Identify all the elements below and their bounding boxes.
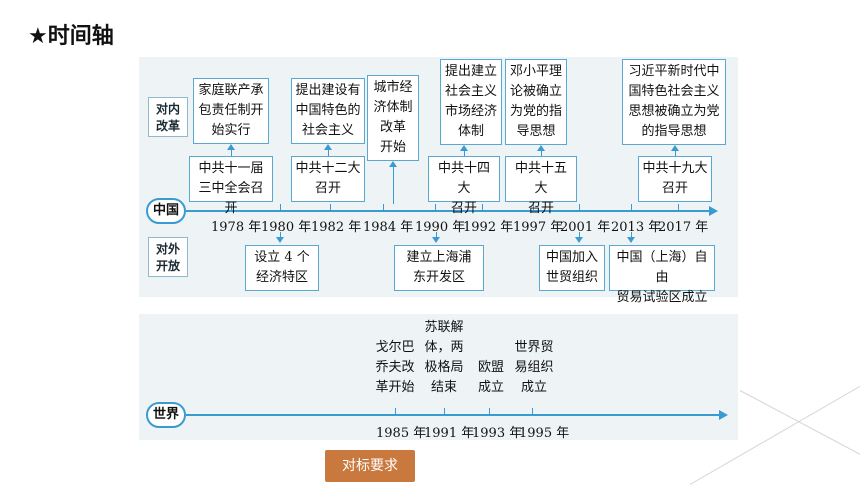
year-label: 2017 年 — [658, 220, 709, 235]
world-axis-label: 世界 — [146, 402, 186, 428]
arrow-up-icon — [460, 145, 468, 151]
arrow-down-icon — [627, 237, 635, 243]
year-label: 1995 年 — [519, 426, 570, 441]
opening-box-special-zones: 设立 4 个经济特区 — [245, 245, 319, 291]
tick-2001 — [579, 204, 580, 210]
world-event-eu: 欧盟 成立 — [477, 360, 504, 395]
arrow-up-icon — [389, 161, 397, 167]
opening-box-shanghai-ftz: 中国（上海）自由 贸易试验区成立 — [609, 245, 715, 305]
reform-box-market-economy: 提出建立 社会主义 市场经济 体制 — [440, 59, 502, 145]
tick-1984 — [383, 204, 384, 210]
reform-box-household-contract: 家庭联产承 包责任制开 始实行 — [193, 78, 269, 144]
world-timeline-panel: 世界 1985 年 1991 年 1993 年 1995 年 戈尔巴 乔夫改 革开始… — [139, 314, 738, 441]
arrow-up-icon — [537, 145, 545, 151]
meeting-box-1992: 中共十四大 召开 — [428, 156, 500, 216]
arrow-down-icon — [575, 237, 583, 243]
world-event-wto: 世界贸 易组织 成立 — [514, 340, 554, 395]
year-label: 2013 年 — [611, 220, 662, 235]
arrow-up-icon — [671, 145, 679, 151]
decorative-line — [739, 390, 860, 467]
foreign-opening-label: 对外 开放 — [148, 237, 188, 277]
china-timeline-panel: 对内 改革 对外 开放 中国 1978 年 1980 年 1982 年 1984 年… — [139, 57, 738, 305]
reform-box-urban-economy: 城市经 济体制 改革 开始 — [367, 75, 419, 161]
tick-2017 — [678, 204, 679, 210]
year-label: 1991 年 — [424, 426, 475, 441]
tick-1995 — [532, 408, 533, 414]
year-label: 1984 年 — [363, 220, 414, 235]
world-axis-line — [186, 414, 721, 416]
meeting-box-1997: 中共十五大 召开 — [505, 156, 577, 216]
arrow-down-icon — [276, 237, 284, 243]
world-event-ussr-collapse: 苏联解 体，两 极格局 结束 — [424, 320, 464, 395]
meeting-box-1982: 中共十二大 召开 — [291, 156, 365, 202]
connector-line — [328, 150, 329, 156]
china-axis-label: 中国 — [146, 198, 186, 224]
tick-1982 — [330, 204, 331, 210]
reform-box-chinese-socialism: 提出建设有 中国特色的 社会主义 — [291, 78, 365, 144]
tick-1993 — [489, 408, 490, 414]
tick-2013 — [631, 204, 632, 210]
china-axis-arrow — [709, 206, 718, 216]
meeting-box-2017: 中共十九大 召开 — [638, 156, 712, 202]
reform-box-deng-theory: 邓小平理 论被确立 为党的指 导思想 — [505, 59, 567, 145]
tick-1985 — [395, 408, 396, 414]
arrow-down-icon — [432, 237, 440, 243]
arrow-up-icon — [324, 144, 332, 150]
tick-1980 — [280, 204, 281, 210]
arrow-up-icon — [227, 144, 235, 150]
opening-box-pudong: 建立上海浦 东开发区 — [394, 245, 484, 291]
page-title: ★时间轴 — [28, 24, 114, 49]
world-axis-arrow — [719, 410, 728, 420]
opening-box-wto: 中国加入 世贸组织 — [539, 245, 605, 291]
connector-line — [393, 167, 394, 204]
year-label: 1982 年 — [311, 220, 362, 235]
domestic-reform-label: 对内 改革 — [148, 97, 188, 137]
meeting-box-1978: 中共十一届 三中全会召开 — [189, 156, 273, 216]
year-label: 1993 年 — [472, 426, 523, 441]
connector-line — [231, 150, 232, 156]
benchmark-requirements-button[interactable]: 对标要求 — [325, 450, 415, 482]
year-label: 1985 年 — [376, 426, 427, 441]
reform-box-xi-thought: 习近平新时代中 国特色社会主义 思想被确立为党 的指导思想 — [622, 59, 726, 145]
tick-1991 — [444, 408, 445, 414]
world-event-gorbachev: 戈尔巴 乔夫改 革开始 — [375, 340, 415, 395]
